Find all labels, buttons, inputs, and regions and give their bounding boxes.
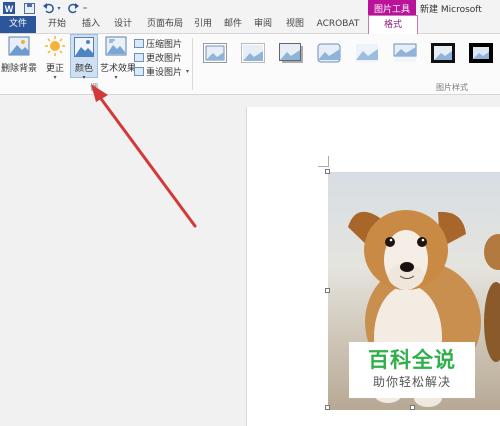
annotation-arrow — [91, 84, 197, 228]
